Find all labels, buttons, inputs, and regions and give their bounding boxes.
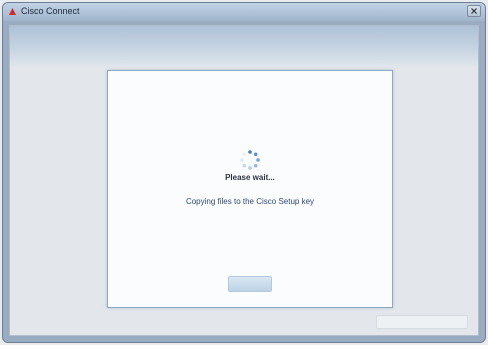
loading-spinner-icon [240, 150, 260, 170]
header-banner [10, 26, 478, 66]
copy-status-label: Copying files to the Cisco Setup key [185, 197, 315, 206]
app-logo-icon [9, 8, 16, 15]
close-button[interactable] [467, 5, 481, 17]
please-wait-label: Please wait... [225, 173, 275, 182]
close-icon [471, 8, 477, 14]
next-button[interactable] [228, 276, 272, 292]
title-bar[interactable]: Cisco Connect [3, 3, 485, 21]
footer-field [376, 315, 468, 329]
app-window: Cisco Connect Please wait... Copying fil… [2, 2, 486, 343]
window-title: Cisco Connect [21, 6, 80, 16]
progress-dialog: Please wait... Copying files to the Cisc… [107, 70, 393, 308]
content-area: Please wait... Copying files to the Cisc… [9, 25, 479, 336]
